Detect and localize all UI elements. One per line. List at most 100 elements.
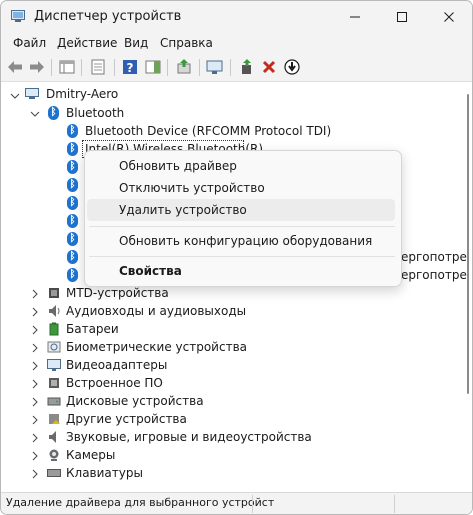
category-batteries[interactable]: Батареи [66,320,119,338]
battery-icon [49,322,59,336]
chevron-right-icon[interactable] [30,397,40,407]
menu-item-scan-hardware[interactable]: Обновить конфигурацию оборудования [87,230,395,252]
toolbar-separator [51,59,52,76]
back-arrow-icon[interactable] [6,58,24,76]
firmware-icon [49,378,59,388]
bluetooth-icon: ᛒ [67,160,78,174]
chevron-right-icon[interactable] [30,451,40,461]
category-firmware[interactable]: Встроенное ПО [66,374,163,392]
status-divider [252,495,253,513]
device-tree[interactable]: Dmitry-Aero ᛒ Bluetooth ᛒ Bluetooth Devi… [1,82,472,492]
device-manager-icon [11,10,25,22]
toolbar-separator [199,59,200,76]
camera-icon [49,449,59,461]
bluetooth-icon: ᛒ [67,196,78,210]
chevron-right-icon[interactable] [30,469,40,479]
category-bluetooth[interactable]: Bluetooth [66,104,124,122]
chevron-right-icon[interactable] [30,415,40,425]
chevron-right-icon[interactable] [30,343,40,353]
chevron-right-icon[interactable] [30,325,40,335]
audio-icon [49,305,60,317]
device-bluetooth-rfcomm[interactable]: Bluetooth Device (RFCOMM Protocol TDI) [85,122,331,140]
forward-arrow-icon[interactable] [28,58,46,76]
disk-drive-icon [47,397,61,406]
chevron-down-icon[interactable] [30,109,40,119]
menu-view[interactable]: Вид [124,36,148,50]
chevron-down-icon[interactable] [10,91,20,101]
tree-root[interactable]: Dmitry-Aero [46,85,118,103]
svg-text:?: ? [127,61,134,75]
properties-icon[interactable] [89,58,107,76]
category-sound-video-game[interactable]: Звуковые, игровые и видеоустройства [66,428,312,446]
other-devices-icon [49,414,60,424]
category-biometric[interactable]: Биометрические устройства [66,338,247,356]
help-icon[interactable]: ? [121,58,139,76]
status-text: Удаление драйвера для выбранного устройс… [6,496,275,509]
action-pane-icon[interactable] [144,58,162,76]
menu-item-update-driver[interactable]: Обновить драйвер [87,155,395,177]
console-tree-icon[interactable] [58,58,76,76]
bluetooth-icon: ᛒ [67,142,78,156]
menu-item-label: Свойства [119,264,182,278]
menu-item-label: Отключить устройство [119,181,265,195]
menu-separator [89,226,395,227]
menu-help[interactable]: Справка [160,36,213,50]
chevron-right-icon[interactable] [30,433,40,443]
minimize-button[interactable] [332,1,378,33]
sound-video-game-icon [49,431,56,443]
menu-separator [89,256,395,257]
vertical-scrollbar[interactable] [467,94,469,394]
menu-item-label: Обновить конфигурацию оборудования [119,234,373,248]
bluetooth-icon: ᛒ [67,214,78,228]
category-cameras[interactable]: Камеры [66,446,115,464]
display-adapter-icon [47,359,61,371]
category-keyboards[interactable]: Клавиатуры [66,464,143,482]
device-partial-label[interactable]: ергопотре [401,266,467,284]
menu-file[interactable]: Файл [13,36,46,50]
menu-bar: Файл Действие Вид Справка [1,33,472,54]
uninstall-x-icon[interactable] [260,58,278,76]
toolbar-separator [114,59,115,76]
computer-icon [25,88,39,99]
menu-item-uninstall-device[interactable]: Удалить устройство [87,199,395,221]
menu-action[interactable]: Действие [57,36,117,50]
mtd-device-icon [49,288,59,298]
menu-item-properties[interactable]: Свойства [87,260,395,282]
bluetooth-icon: ᛒ [67,124,78,138]
keyboard-icon [47,469,61,477]
category-other-devices[interactable]: Другие устройства [66,410,187,428]
category-display-adapters[interactable]: Видеоадаптеры [66,356,167,374]
bluetooth-icon: ᛒ [67,178,78,192]
category-audio-io[interactable]: Аудиовходы и аудиовыходы [66,302,246,320]
disable-device-icon[interactable] [283,58,301,76]
bluetooth-icon: ᛒ [67,250,78,264]
window-title: Диспетчер устройств [34,9,182,24]
chevron-right-icon[interactable] [30,307,40,317]
category-disk-drives[interactable]: Дисковые устройства [66,392,204,410]
bluetooth-icon: ᛒ [67,268,78,282]
status-bar: Удаление драйвера для выбранного устройс… [1,492,472,514]
device-manager-window: Диспетчер устройств Файл Действие Вид Сп… [0,0,473,515]
maximize-icon [397,12,407,22]
context-menu: Обновить драйвер Отключить устройство Уд… [84,150,402,287]
chevron-right-icon[interactable] [30,379,40,389]
menu-item-label: Обновить драйвер [119,159,237,173]
close-icon [444,12,454,22]
chevron-right-icon[interactable] [30,289,40,299]
scan-hardware-icon[interactable] [206,58,224,76]
update-driver-icon[interactable] [175,58,193,76]
bluetooth-icon: ᛒ [67,232,78,246]
status-divider [394,495,395,513]
toolbar-separator [230,59,231,76]
device-partial-label[interactable]: ергопотре [401,248,467,266]
maximize-button[interactable] [379,1,425,33]
toolbar-separator [81,59,82,76]
close-button[interactable] [426,1,472,33]
chevron-right-icon[interactable] [30,361,40,371]
minimize-icon [350,16,360,18]
bluetooth-icon: ᛒ [48,106,59,120]
title-bar: Диспетчер устройств [1,1,472,33]
menu-item-disable-device[interactable]: Отключить устройство [87,177,395,199]
toolbar-separator [167,59,168,76]
add-hardware-icon[interactable] [238,58,256,76]
